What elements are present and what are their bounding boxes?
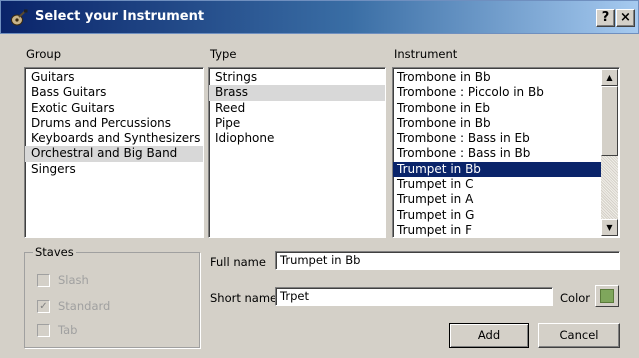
type-list-item[interactable]: Idiophone xyxy=(209,131,385,146)
instrument-list-item[interactable]: Trombone : Bass in Eb xyxy=(393,131,601,146)
slash-label: Slash xyxy=(58,273,89,287)
group-list-item[interactable]: Orchestral and Big Band xyxy=(25,146,203,162)
instrument-list-item[interactable]: Trumpet in A xyxy=(393,192,601,207)
cancel-button[interactable]: Cancel xyxy=(538,323,620,348)
scroll-thumb[interactable] xyxy=(601,86,618,156)
standard-checkbox[interactable]: ✓ xyxy=(37,299,50,313)
instrument-list-item[interactable]: Trumpet in Bb xyxy=(393,161,601,178)
type-label: Type xyxy=(210,47,237,61)
instrument-list[interactable]: ▲ ▼ Trombone in Bb Trombone : Piccolo in … xyxy=(392,67,620,238)
slash-checkbox[interactable] xyxy=(37,273,50,287)
instrument-list-item[interactable]: Trumpet in F xyxy=(393,223,601,237)
instrument-list-item[interactable]: Trombone in Bb xyxy=(393,116,601,131)
standard-label: Standard xyxy=(58,299,111,313)
window-title: Select your Instrument xyxy=(35,9,205,24)
instrument-list-item[interactable]: Trombone : Bass in Bb xyxy=(393,146,601,161)
tab-checkbox[interactable] xyxy=(37,323,50,337)
tab-label: Tab xyxy=(58,323,78,337)
instrument-list-item[interactable]: Trombone : Piccolo in Bb xyxy=(393,85,601,100)
tab-option[interactable]: Tab xyxy=(37,323,77,337)
title-bar[interactable]: Select your Instrument ? × xyxy=(0,0,639,34)
staves-group: Staves Slash ✓ Standard Tab xyxy=(24,245,200,348)
standard-option[interactable]: ✓ Standard xyxy=(37,299,110,313)
instrument-scrollbar[interactable]: ▲ ▼ xyxy=(601,69,618,236)
help-button[interactable]: ? xyxy=(596,9,615,27)
close-button[interactable]: × xyxy=(616,9,635,27)
short-name-label: Short name xyxy=(210,291,278,305)
full-name-input[interactable]: Trumpet in Bb xyxy=(275,251,620,270)
type-list-item[interactable]: Brass xyxy=(209,85,385,101)
group-list-item[interactable]: Keyboards and Synthesizers xyxy=(25,131,203,146)
instrument-list-item[interactable]: Trombone in Bb xyxy=(393,70,601,85)
color-swatch xyxy=(600,289,614,303)
instrument-list-item[interactable]: Trumpet in C xyxy=(393,177,601,192)
scroll-down-icon[interactable]: ▼ xyxy=(601,219,618,236)
type-list-item[interactable]: Reed xyxy=(209,101,385,116)
group-list-item[interactable]: Exotic Guitars xyxy=(25,101,203,116)
group-list-item[interactable]: Bass Guitars xyxy=(25,85,203,100)
slash-option[interactable]: Slash xyxy=(37,273,89,287)
full-name-label: Full name xyxy=(210,255,266,269)
group-list[interactable]: Guitars Bass Guitars Exotic Guitars Drums a… xyxy=(24,67,204,238)
type-list-item[interactable]: Strings xyxy=(209,70,385,85)
instrument-list-item[interactable]: Trumpet in G xyxy=(393,208,601,223)
short-name-input[interactable]: Trpet xyxy=(275,287,553,306)
group-list-item[interactable]: Singers xyxy=(25,162,203,177)
add-button[interactable]: Add xyxy=(449,323,529,348)
color-label: Color xyxy=(560,291,591,305)
staves-legend: Staves xyxy=(33,245,76,259)
instrument-label: Instrument xyxy=(394,47,458,61)
type-list[interactable]: Strings Brass Reed Pipe Idiophone xyxy=(208,67,386,238)
group-list-item[interactable]: Drums and Percussions xyxy=(25,116,203,131)
scroll-up-icon[interactable]: ▲ xyxy=(601,69,618,86)
color-picker-button[interactable] xyxy=(595,285,619,307)
group-label: Group xyxy=(26,47,62,61)
type-list-item[interactable]: Pipe xyxy=(209,116,385,131)
guitar-icon xyxy=(11,9,28,26)
group-list-item[interactable]: Guitars xyxy=(25,70,203,85)
instrument-list-item[interactable]: Trombone in Eb xyxy=(393,101,601,116)
